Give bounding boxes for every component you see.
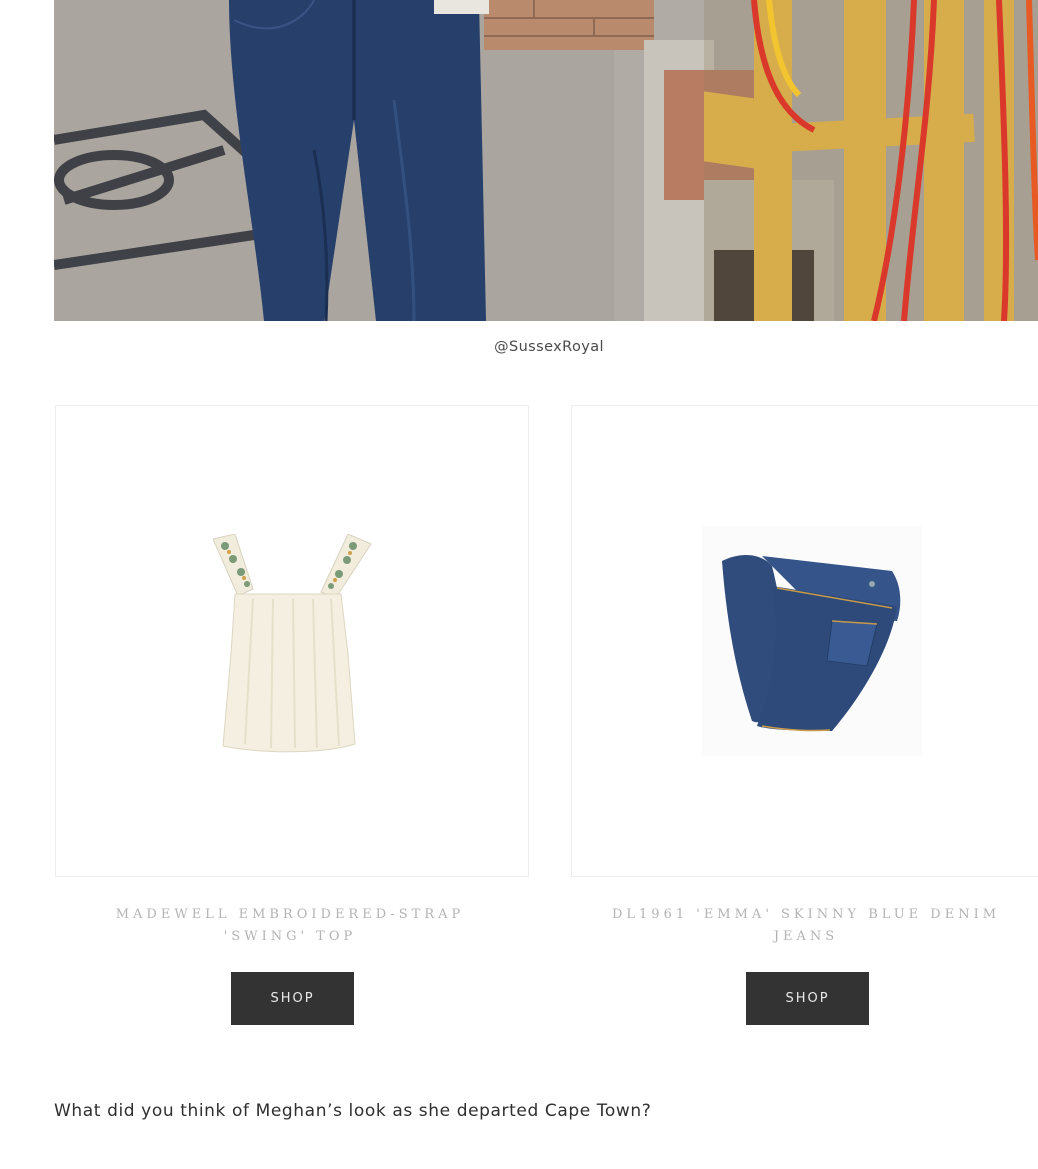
product-card-jeans[interactable] (571, 405, 1038, 877)
closing-question: What did you think of Meghan’s look as s… (54, 1101, 652, 1121)
product-name-jeans[interactable]: DL1961 'EMMA' SKINNY BLUE DENIM JEANS (586, 904, 1026, 948)
street-photo-illustration (54, 0, 1038, 321)
blue-skinny-jeans-image (702, 526, 922, 756)
product-card-top[interactable] (55, 405, 529, 877)
shop-button-jeans[interactable]: SHOP (746, 972, 869, 1025)
photo-credit: @SussexRoyal (494, 339, 604, 355)
hero-photo (54, 0, 1038, 321)
shop-button-top[interactable]: SHOP (231, 972, 354, 1025)
cream-swing-top-image (213, 534, 372, 753)
product-name-top[interactable]: MADEWELL EMBROIDERED-STRAP 'SWING' TOP (70, 904, 510, 948)
